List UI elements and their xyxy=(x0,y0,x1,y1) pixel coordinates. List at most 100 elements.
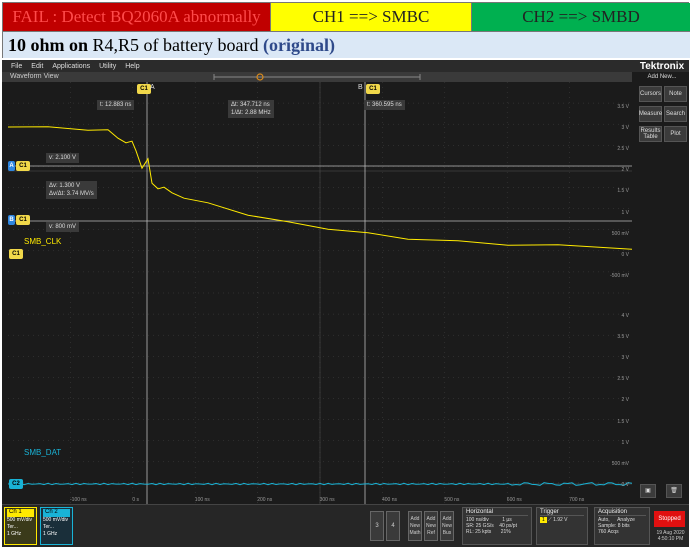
cursor-a-handle[interactable]: A xyxy=(8,161,15,171)
cursor-a-ch-tag[interactable]: C1 xyxy=(137,84,151,94)
ch1-mapping-cell: CH1 ==> SMBC xyxy=(271,3,472,32)
ch1-scale-tick: 0 V xyxy=(621,251,629,258)
horizontal-title: Horizontal xyxy=(466,509,528,516)
menu-utility[interactable]: Utility xyxy=(99,63,116,70)
trash-icon[interactable]: 🗑 xyxy=(666,484,682,498)
measure-button[interactable]: Measure xyxy=(639,106,662,122)
search-button[interactable]: Search xyxy=(664,106,687,122)
trigger-source-icon: 1 xyxy=(540,517,547,523)
ch2-scale-tick: 0 V xyxy=(621,481,629,488)
waveform-graticule[interactable] xyxy=(8,82,632,504)
ch1-scale-tick: 2 V xyxy=(621,167,629,174)
cursor-a-time-readout: t: 12.883 ns xyxy=(97,100,135,110)
results-table-button[interactable]: Results Table xyxy=(639,126,662,142)
ch2-scale-value: 500 mV/div xyxy=(43,517,69,523)
delta-v: Δv: 1.300 V xyxy=(49,183,81,189)
run-stop-button[interactable]: Stopped xyxy=(654,511,685,527)
ch1-badge[interactable]: Ch 1 500 mV/div Ter... 1 GHz xyxy=(4,507,37,545)
add-bus-button[interactable]: Add New Bus xyxy=(440,511,454,541)
cursor-b-label: B xyxy=(358,84,363,91)
ch1-ground-marker[interactable]: C1 xyxy=(9,249,23,259)
acquisition-title: Acquisition xyxy=(598,509,646,516)
ch2-scale-tick: 2 V xyxy=(621,397,629,404)
time-tick: 700 ns xyxy=(569,497,585,503)
cursor-a-volt-readout: v: 2.100 V xyxy=(46,153,80,163)
ch1-scale-tick: 3 V xyxy=(621,125,629,132)
record-view-bar[interactable] xyxy=(212,73,422,83)
ch1-scale-value: 500 mV/div xyxy=(7,517,33,523)
date-time: 19 Aug 2020 4:50:10 PM xyxy=(654,530,687,542)
time-tick: 300 ns xyxy=(319,497,335,503)
add-new-label: Add New... xyxy=(647,74,677,80)
page: { "header": { "fail_text": "FAIL : Detec… xyxy=(0,0,692,549)
delta-volt-readout: Δv: 1.300 V Δv/Δt: 3.74 MV/s xyxy=(46,181,97,199)
ch1-bandwidth: 1 GHz xyxy=(7,531,22,537)
horizontal-percent: 21% xyxy=(500,529,511,535)
ch2-bandwidth: 1 GHz xyxy=(43,531,58,537)
horizontal-panel[interactable]: Horizontal 100 ns/div 1 µs SR: 25 GS/s 4… xyxy=(462,507,532,545)
trigger-level: 1.92 V xyxy=(553,517,568,523)
ch2-scale-tick: 1.5 V xyxy=(617,418,629,425)
ch2-scale-tick: 3.5 V xyxy=(617,334,629,341)
add-math-button[interactable]: Add New Math xyxy=(408,511,422,541)
ch1-scale-tick: 2.5 V xyxy=(617,146,629,153)
ch1-scale-tick: -500 mV xyxy=(610,272,629,279)
time-tick: 100 ns xyxy=(194,497,210,503)
menu-applications[interactable]: Applications xyxy=(52,63,90,70)
time-tick: 500 ns xyxy=(444,497,460,503)
menu-bar: File Edit Applications Utility Help xyxy=(2,60,689,72)
ch1-trace-label: SMB_CLK xyxy=(24,237,62,246)
grid-lines xyxy=(8,82,632,504)
menu-file[interactable]: File xyxy=(11,63,22,70)
ch2-badge-title: Ch 2 xyxy=(43,509,70,517)
ch2-scale-tick: 2.5 V xyxy=(617,376,629,383)
ch3-button[interactable]: 3 xyxy=(370,511,384,541)
cursor-a-label: A xyxy=(150,84,155,91)
trigger-title: Trigger xyxy=(540,509,584,516)
ch2-badge[interactable]: Ch 2 500 mV/div Ter... 1 GHz xyxy=(40,507,73,545)
acq-count: 760 Acqs xyxy=(598,529,619,535)
trigger-panel[interactable]: Trigger 1 ⟋ 1.92 V xyxy=(536,507,588,545)
ch2-scale-tick: 3 V xyxy=(621,355,629,362)
delta-t: Δt: 347.712 ns xyxy=(231,102,270,108)
ch1-scale-tick: 1 V xyxy=(621,209,629,216)
screenshot-icon[interactable]: ▣ xyxy=(640,484,656,498)
ch2-scale-tick: 4 V xyxy=(621,313,629,319)
cursors-button[interactable]: Cursors xyxy=(639,86,662,102)
menu-edit[interactable]: Edit xyxy=(31,63,43,70)
time-tick: 600 ns xyxy=(506,497,522,503)
ch4-button[interactable]: 4 xyxy=(386,511,400,541)
cursor-b-ch-tag[interactable]: C1 xyxy=(366,84,380,94)
delta-time-readout: Δt: 347.712 ns 1/Δt: 2.88 MHz xyxy=(228,100,274,118)
acquisition-panel[interactable]: Acquisition Auto, Analyze Sample: 8 bits… xyxy=(594,507,650,545)
inverse-delta-t: 1/Δt: 2.88 MHz xyxy=(231,110,271,116)
plot-button[interactable]: Plot xyxy=(664,126,687,142)
ch2-trace-label: SMB_DAT xyxy=(24,448,62,457)
cursor-b-volt-readout: v: 800 mV xyxy=(46,222,80,232)
cursor-b-ch1-handle[interactable]: C1 xyxy=(16,215,30,225)
menu-help[interactable]: Help xyxy=(125,63,139,70)
status-bar: Ch 1 500 mV/div Ter... 1 GHz Ch 2 500 mV… xyxy=(2,504,689,547)
time-tick: 200 ns xyxy=(257,497,273,503)
ch2-termination: Ter... xyxy=(43,524,54,530)
ch1-scale-tick: 1.5 V xyxy=(617,188,629,195)
time-tick: 400 ns xyxy=(382,497,398,503)
time: 4:50:10 PM xyxy=(657,536,684,542)
ch1-termination: Ter... xyxy=(7,524,18,530)
ch1-scale-tick: 500 mV xyxy=(611,230,629,237)
cursor-b-handle[interactable]: B xyxy=(8,215,15,225)
condition-original: (original) xyxy=(262,34,335,55)
test-condition-row: 10 ohm on R4,R5 of battery board (origin… xyxy=(3,32,690,58)
record-length: RL: 25 kpts xyxy=(466,529,492,535)
fail-cell: FAIL : Detect BQ2060A abnormally xyxy=(3,3,271,32)
ch2-scale-tick: 500 mV xyxy=(611,460,629,467)
time-tick: 0 s xyxy=(132,497,140,503)
note-button[interactable]: Note xyxy=(664,86,687,102)
condition-text: R4,R5 of battery board xyxy=(88,34,263,55)
add-ref-button[interactable]: Add New Ref xyxy=(424,511,438,541)
tektronix-logo: Tektronix xyxy=(639,61,685,72)
ch2-scale-tick: 1 V xyxy=(621,439,629,446)
time-tick: -100 ns xyxy=(70,497,87,503)
ch2-ground-marker[interactable]: C2 xyxy=(9,479,23,489)
cursor-a-ch1-handle[interactable]: C1 xyxy=(16,161,30,171)
